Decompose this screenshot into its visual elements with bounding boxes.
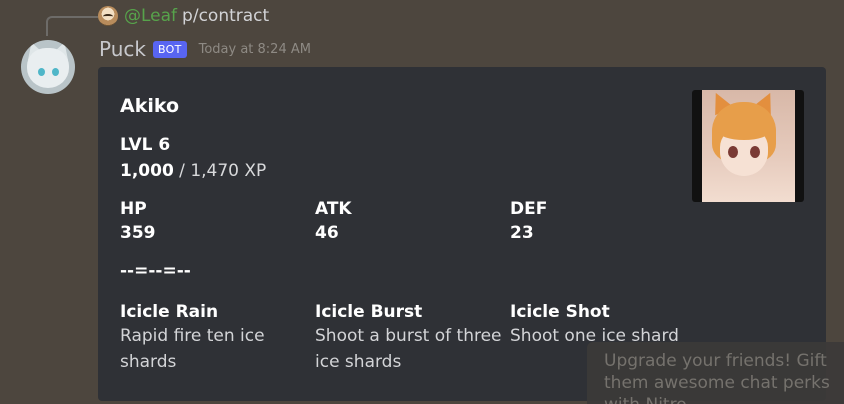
avatar-face — [27, 48, 69, 88]
stat-name: DEF — [510, 199, 548, 219]
skill-description-line: Shoot a burst of three — [315, 326, 502, 346]
embed-separator: --=--=-- — [120, 261, 191, 281]
stat-value: 46 — [315, 223, 339, 243]
xp-current: 1,000 — [120, 161, 174, 181]
nitro-upsell-toast[interactable]: Upgrade your friends! Gift them awesome … — [587, 342, 844, 404]
skill-field-1: Icicle Rain Rapid fire ten ice shards — [120, 301, 265, 375]
portrait-eye-right — [750, 146, 760, 158]
avatar-eye-left — [38, 68, 45, 76]
embed-title: Akiko — [120, 95, 180, 117]
skill-name: Icicle Shot — [510, 302, 610, 322]
xp-total: / 1,470 XP — [173, 161, 267, 181]
stat-value: 23 — [510, 223, 534, 243]
skill-name: Icicle Rain — [120, 302, 219, 322]
stat-name: ATK — [315, 199, 352, 219]
embed-level: LVL 6 — [120, 135, 171, 155]
skill-description-line: shards — [120, 352, 177, 372]
message-timestamp[interactable]: Today at 8:24 AM — [199, 42, 311, 57]
reply-preview[interactable]: @Leaf p/contract — [98, 5, 269, 27]
avatar-eye-right — [52, 68, 59, 76]
message-header: Puck BOT Today at 8:24 AM — [99, 36, 311, 62]
skill-description-line: Rapid fire ten ice — [120, 326, 265, 346]
toast-text: Upgrade your friends! Gift them awesome … — [604, 351, 830, 404]
bot-badge: BOT — [152, 40, 187, 58]
reply-avatar[interactable] — [98, 6, 118, 26]
reply-connector-line — [46, 16, 98, 36]
reply-message-text[interactable]: p/contract — [182, 6, 269, 26]
stat-field-def: DEF 23 — [510, 198, 547, 246]
embed-thumbnail[interactable] — [692, 90, 804, 202]
chat-message-area: @Leaf p/contract Puck BOT Today at 8:24 … — [0, 0, 844, 404]
portrait-bangs — [718, 122, 770, 140]
author-name[interactable]: Puck — [99, 37, 146, 61]
author-avatar[interactable] — [21, 40, 75, 94]
stat-field-hp: HP 359 — [120, 198, 156, 246]
stat-field-atk: ATK 46 — [315, 198, 352, 246]
skill-description-line: ice shards — [315, 352, 402, 372]
skill-name: Icicle Burst — [315, 302, 423, 322]
stat-name: HP — [120, 199, 147, 219]
reply-mention[interactable]: @Leaf — [124, 6, 177, 26]
embed-xp: 1,000 / 1,470 XP — [120, 161, 266, 181]
stat-value: 359 — [120, 223, 156, 243]
portrait-eye-left — [728, 146, 738, 158]
skill-field-2: Icicle Burst Shoot a burst of three ice … — [315, 301, 502, 375]
